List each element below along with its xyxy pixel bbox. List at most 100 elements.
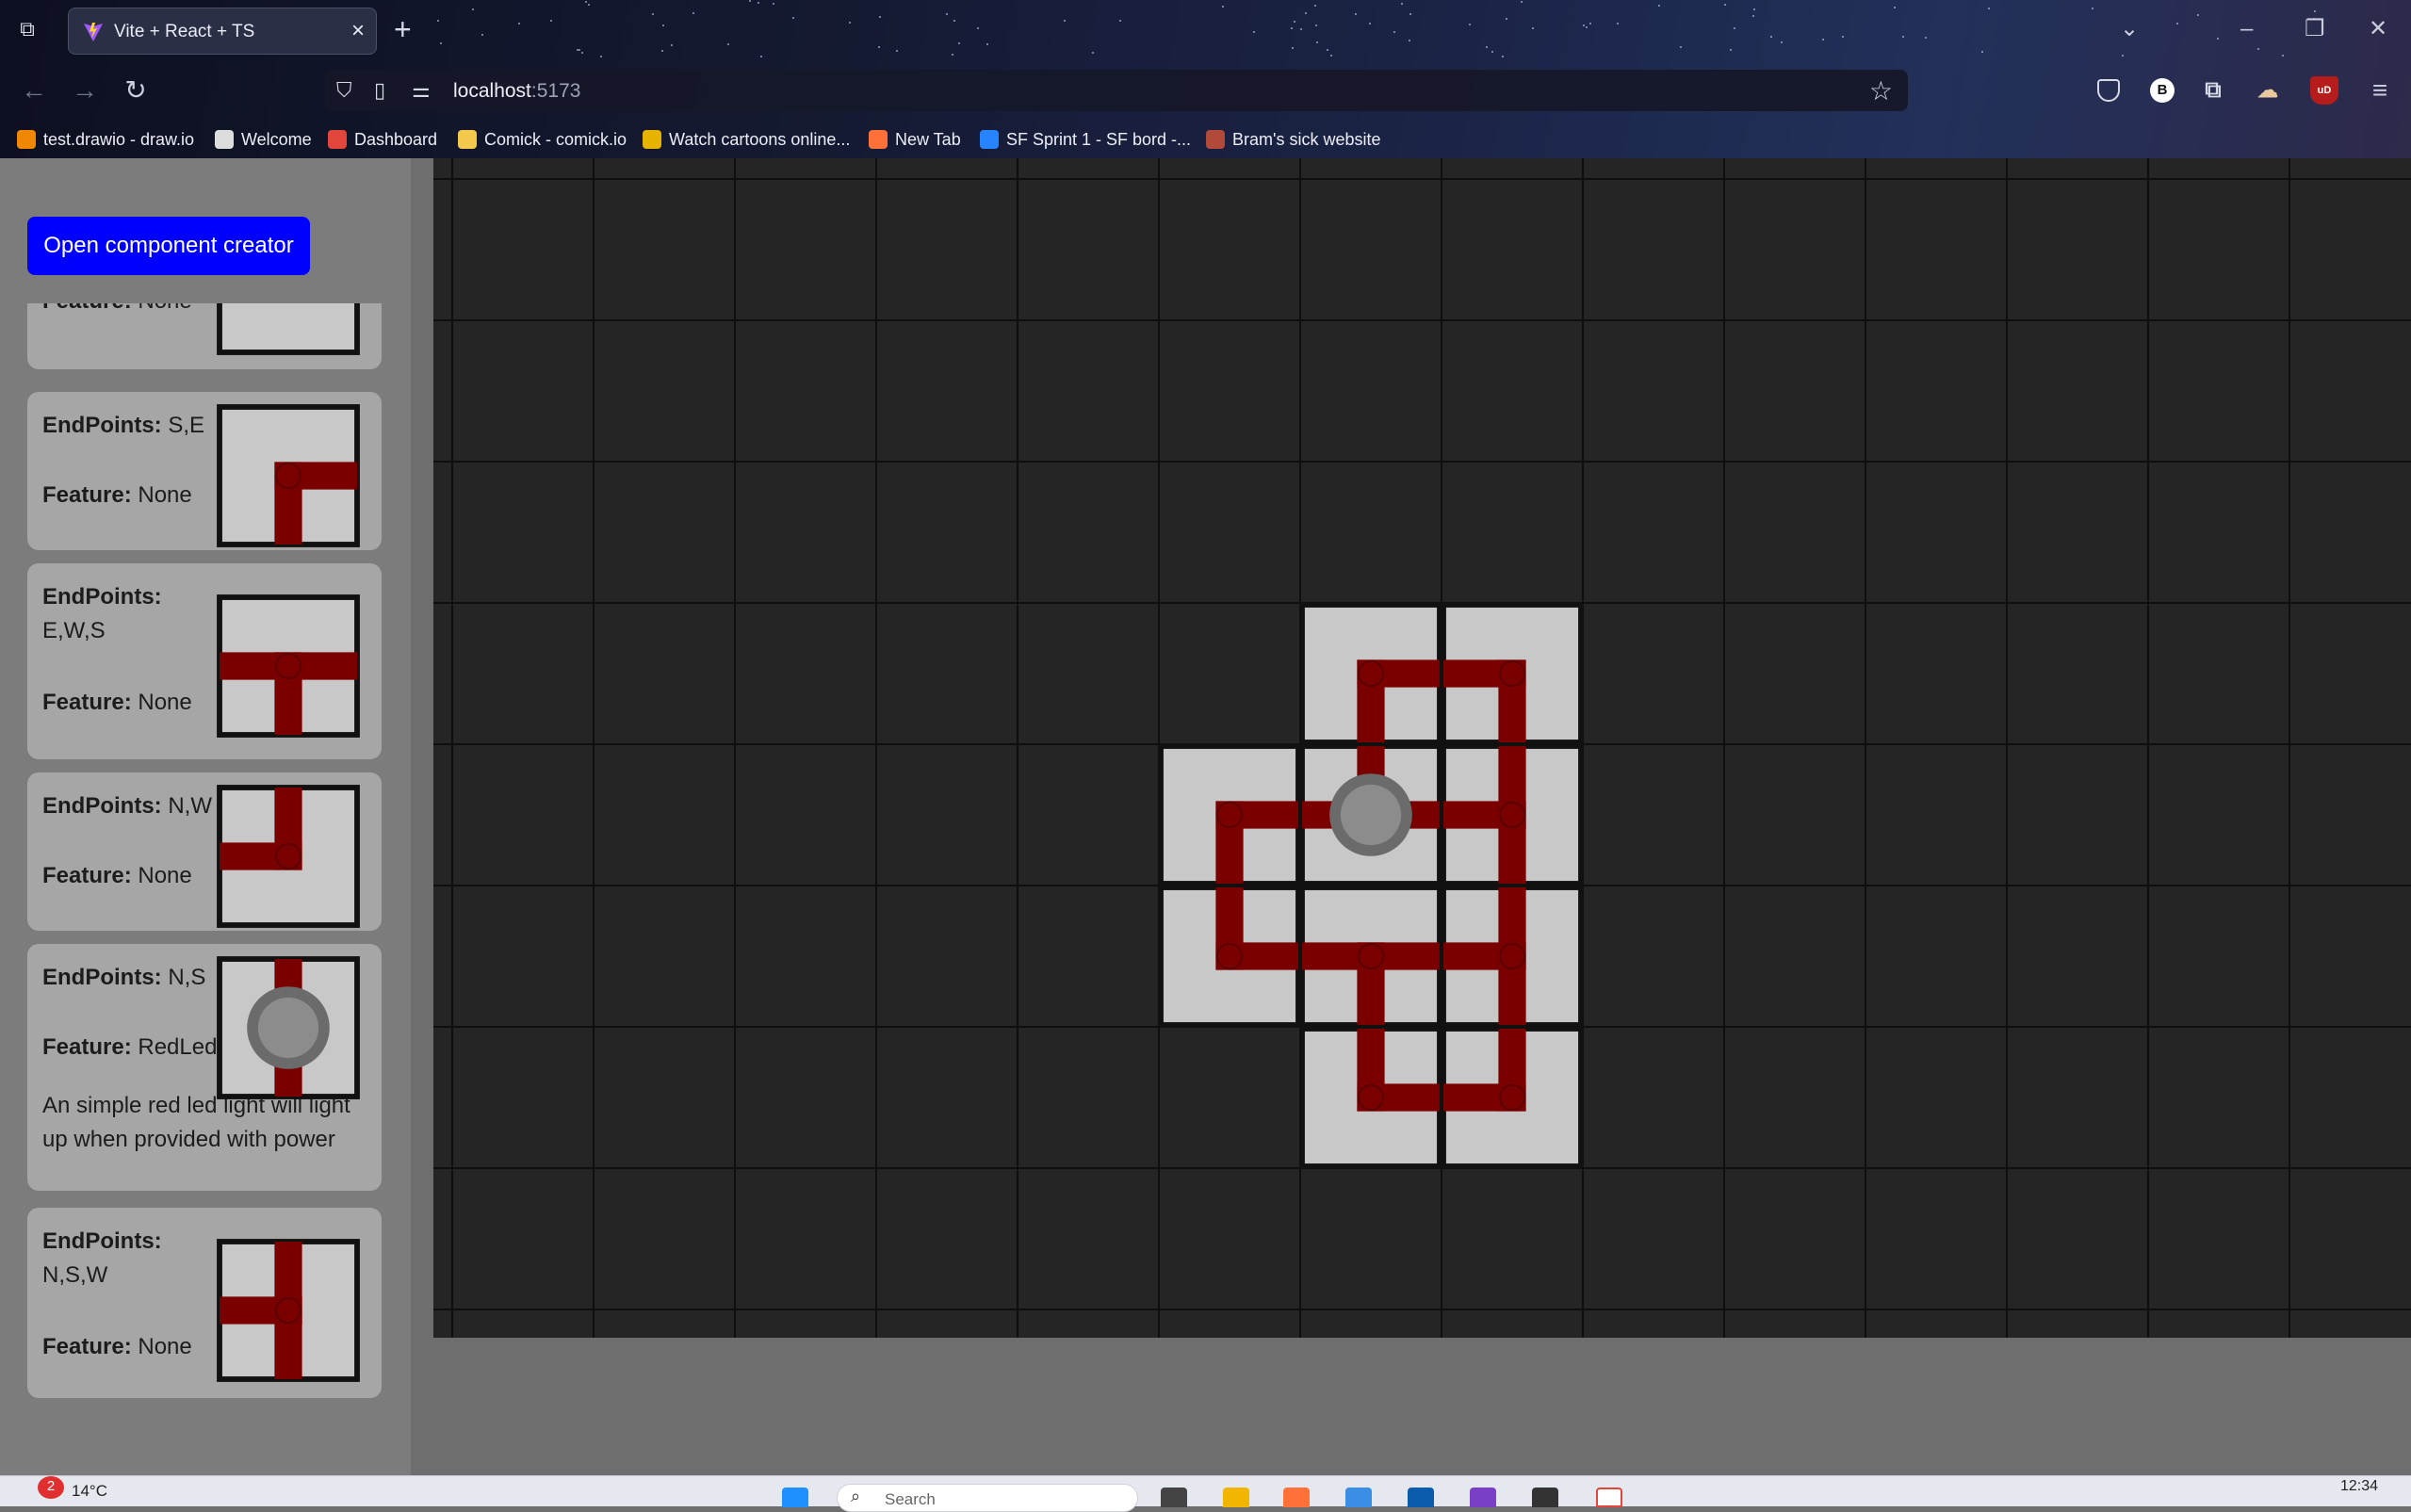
weather-badge[interactable]: 2 <box>38 1476 64 1499</box>
grid-cell[interactable] <box>734 37 877 180</box>
grid-cell[interactable] <box>1299 37 1442 180</box>
grid-cell[interactable] <box>593 885 736 1028</box>
grid-cell[interactable] <box>2289 1309 2411 1452</box>
grid-cell[interactable] <box>1441 1309 1584 1452</box>
bookmark-item[interactable]: test.drawio - draw.io <box>17 126 194 153</box>
grid-cell[interactable] <box>1017 1026 1160 1169</box>
preview-tile[interactable] <box>217 956 360 1099</box>
grid-cell[interactable] <box>1582 1026 1725 1169</box>
grid-cell[interactable] <box>2289 885 2411 1028</box>
grid-cell[interactable] <box>1017 37 1160 180</box>
component-card[interactable]: EndPoints: E,WFeature: None <box>27 303 382 369</box>
grid-cell[interactable] <box>2147 1026 2290 1169</box>
ublock-icon[interactable]: uD <box>2310 76 2338 105</box>
start-icon[interactable] <box>782 1488 808 1507</box>
grid-cell[interactable] <box>1865 37 2008 180</box>
grid-cell[interactable] <box>1441 461 1584 604</box>
chevron-down-icon[interactable]: ⌄ <box>2120 13 2139 45</box>
component-card[interactable]: EndPoints: N,S Feature: RedLed An simple r… <box>27 944 382 1191</box>
grid-cell[interactable] <box>451 178 595 321</box>
grid-cell[interactable] <box>875 1309 1018 1452</box>
placed-tile[interactable] <box>1441 602 1584 745</box>
grid-cell[interactable] <box>593 37 736 180</box>
bookmark-item[interactable]: SF Sprint 1 - SF bord -... <box>980 126 1191 153</box>
placed-tile[interactable] <box>1441 743 1584 886</box>
url-text[interactable]: localhost:5173 <box>453 80 580 103</box>
grid-cell[interactable] <box>593 1167 736 1310</box>
grid-cell[interactable] <box>1158 602 1301 745</box>
grid-cell[interactable] <box>593 319 736 463</box>
grid-cell[interactable] <box>2147 37 2290 180</box>
grid-cell[interactable] <box>1299 461 1442 604</box>
grid-cell[interactable] <box>1017 885 1160 1028</box>
preview-tile[interactable] <box>217 594 360 738</box>
grid-cell[interactable] <box>1158 1309 1301 1452</box>
grid-cell[interactable] <box>1582 461 1725 604</box>
grid-cell[interactable] <box>451 743 595 886</box>
grid-cell[interactable] <box>2147 602 2290 745</box>
grid-cell[interactable] <box>1723 602 1866 745</box>
grid-cell[interactable] <box>734 1309 877 1452</box>
grid-cell[interactable] <box>1017 743 1160 886</box>
circuit-grid[interactable] <box>310 37 2411 1452</box>
grid-cell[interactable] <box>2147 1167 2290 1310</box>
grid-cell[interactable] <box>1582 1167 1725 1310</box>
grid-cell[interactable] <box>310 1167 453 1310</box>
grid-cell[interactable] <box>1865 178 2008 321</box>
grid-cell[interactable] <box>2147 885 2290 1028</box>
grid-cell[interactable] <box>1441 1167 1584 1310</box>
grid-cell[interactable] <box>310 461 453 604</box>
grid-cell[interactable] <box>2147 319 2290 463</box>
grid-cell[interactable] <box>2289 178 2411 321</box>
grid-cell[interactable] <box>2006 885 2149 1028</box>
grid-cell[interactable] <box>310 1309 453 1452</box>
grid-cell[interactable] <box>2289 1167 2411 1310</box>
grid-cell[interactable] <box>1299 319 1442 463</box>
forward-arrow-icon[interactable]: → <box>68 73 102 107</box>
grid-cell[interactable] <box>1299 178 1442 321</box>
grid-cell[interactable] <box>2006 602 2149 745</box>
grid-cell[interactable] <box>310 37 453 180</box>
settings-icon[interactable] <box>1345 1488 1372 1507</box>
grid-cell[interactable] <box>1865 1026 2008 1169</box>
cloud-extension-icon[interactable]: ☁ <box>2254 76 2282 105</box>
webstorm-icon[interactable] <box>1408 1488 1434 1507</box>
bookmark-item[interactable]: Dashboard <box>328 126 437 153</box>
grid-cell[interactable] <box>875 885 1018 1028</box>
grid-canvas[interactable] <box>310 37 2411 1452</box>
grid-cell[interactable] <box>1299 1309 1442 1452</box>
grid-cell[interactable] <box>1158 1167 1301 1310</box>
grid-cell[interactable] <box>1723 319 1866 463</box>
task-view-icon[interactable] <box>1161 1488 1187 1507</box>
grid-cell[interactable] <box>2147 461 2290 604</box>
grid-cell[interactable] <box>310 319 453 463</box>
hamburger-icon[interactable]: ≡ <box>2363 73 2397 107</box>
grid-cell[interactable] <box>1017 461 1160 604</box>
plus-icon[interactable]: + <box>394 13 412 45</box>
grid-cell[interactable] <box>310 178 453 321</box>
placed-tile[interactable] <box>1299 1026 1442 1169</box>
grid-cell[interactable] <box>2289 37 2411 180</box>
grid-cell[interactable] <box>734 743 877 886</box>
close-icon[interactable]: × <box>351 18 365 44</box>
grid-cell[interactable] <box>593 1309 736 1452</box>
grid-cell[interactable] <box>2147 1309 2290 1452</box>
grid-cell[interactable] <box>451 461 595 604</box>
placed-tile[interactable] <box>1441 885 1584 1028</box>
grid-cell[interactable] <box>1723 885 1866 1028</box>
minimize-icon[interactable]: – <box>2240 13 2253 45</box>
grid-cell[interactable] <box>1582 885 1725 1028</box>
grid-cell[interactable] <box>1017 602 1160 745</box>
app-icon[interactable] <box>1596 1488 1622 1507</box>
grid-cell[interactable] <box>310 743 453 886</box>
grid-cell[interactable] <box>734 1026 877 1169</box>
preview-tile[interactable] <box>217 785 360 928</box>
component-card-list[interactable]: EndPoints: E,WFeature: None EndPoints: S,… <box>0 303 411 1475</box>
terminal-icon[interactable] <box>1532 1488 1558 1507</box>
grid-cell[interactable] <box>451 885 595 1028</box>
grid-cell[interactable] <box>734 885 877 1028</box>
grid-cell[interactable] <box>310 602 453 745</box>
restore-icon[interactable]: ❐ <box>2305 13 2325 45</box>
grid-cell[interactable] <box>2289 319 2411 463</box>
window-close-icon[interactable]: ✕ <box>2369 13 2387 45</box>
